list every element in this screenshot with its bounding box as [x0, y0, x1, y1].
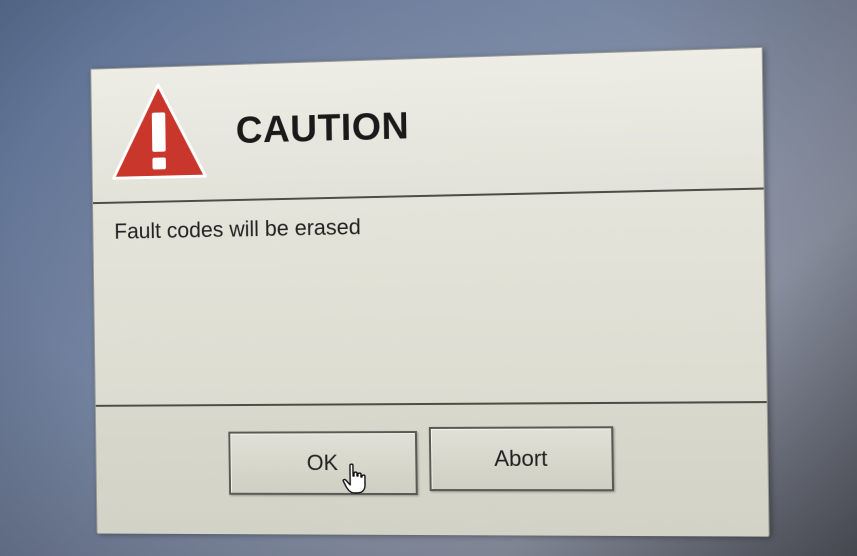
- warning-triangle-icon: [108, 80, 209, 185]
- hand-pointer-icon: [342, 463, 368, 495]
- dialog-header: CAUTION: [91, 47, 764, 205]
- dialog-footer: OK Abort: [95, 401, 769, 537]
- dialog-body: Fault codes will be erased: [93, 189, 767, 405]
- caution-dialog: CAUTION Fault codes will be erased OK Ab…: [90, 46, 770, 537]
- abort-button[interactable]: Abort: [428, 426, 615, 492]
- dialog-title: CAUTION: [235, 105, 410, 152]
- dialog-message: Fault codes will be erased: [114, 214, 361, 244]
- ok-button[interactable]: OK: [228, 431, 418, 496]
